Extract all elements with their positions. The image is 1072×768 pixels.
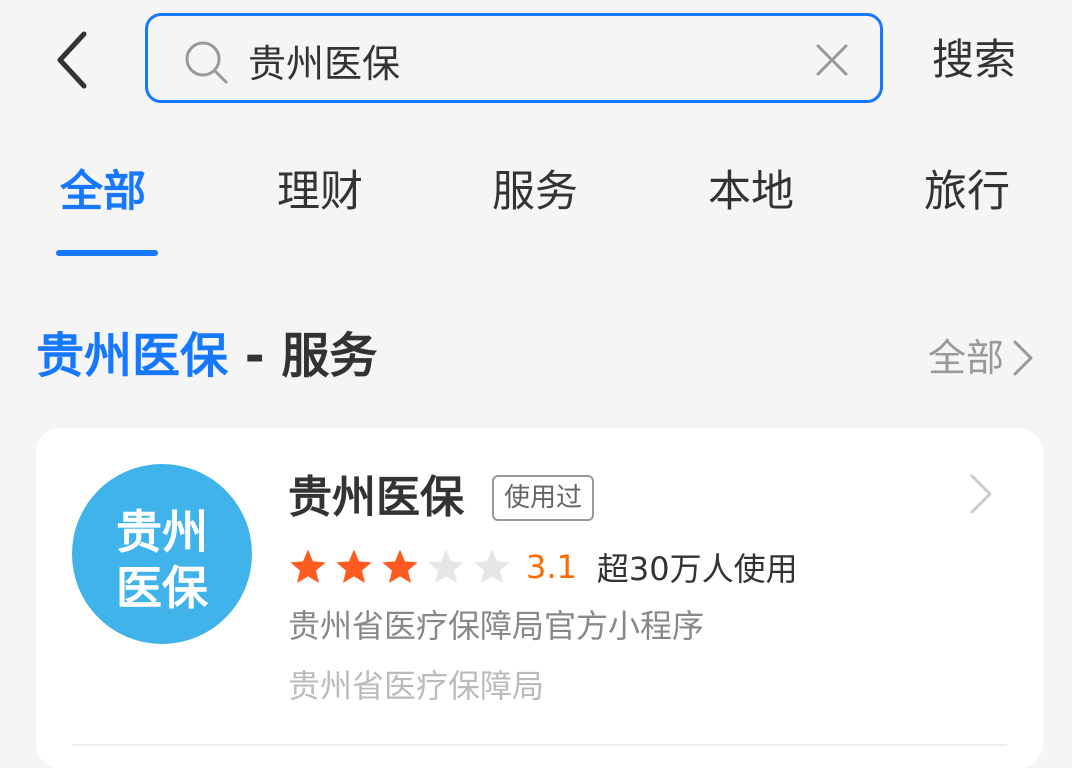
close-icon[interactable]	[812, 40, 852, 80]
star-filled-icon	[382, 549, 418, 583]
section-title-keyword: 贵州医保	[36, 328, 229, 384]
search-icon	[185, 41, 228, 84]
star-filled-icon	[336, 549, 372, 583]
tab-local[interactable]: 本地	[708, 160, 794, 224]
used-badge: 使用过	[492, 475, 595, 521]
section-title: 贵州医保 - 服务	[36, 318, 377, 394]
tab-travel[interactable]: 旅行	[924, 160, 1010, 224]
app-name: 贵州医保	[288, 472, 464, 523]
section-more-label: 全部	[928, 336, 1005, 380]
app-provider: 贵州省医疗保障局	[288, 667, 545, 705]
user-count: 超30万人使用	[596, 550, 798, 588]
section-more-link[interactable]: 全部	[928, 330, 1036, 386]
service-result-card[interactable]: 贵州 医保 贵州医保 使用过 3.1 超30万人使用 贵州省医疗保障局官方小程序…	[36, 428, 1043, 768]
chevron-right-icon	[1013, 340, 1033, 376]
star-filled-icon	[290, 549, 326, 583]
search-box[interactable]	[145, 13, 883, 103]
tab-all[interactable]: 全部	[60, 160, 146, 224]
section-title-category: - 服务	[228, 328, 378, 384]
active-tab-indicator	[56, 250, 158, 256]
app-logo: 贵州 医保	[72, 464, 252, 644]
star-empty-icon	[428, 549, 464, 583]
rating-value: 3.1	[526, 548, 577, 586]
search-button[interactable]: 搜索	[932, 28, 1016, 92]
svg-text:医保: 医保	[116, 561, 209, 614]
search-input[interactable]	[248, 34, 768, 86]
star-empty-icon	[474, 549, 510, 583]
chevron-left-icon	[57, 31, 87, 89]
svg-text:贵州: 贵州	[116, 505, 208, 559]
tab-services[interactable]: 服务	[492, 160, 578, 224]
chevron-right-icon	[970, 474, 992, 514]
rating-row: 3.1 超30万人使用	[288, 540, 798, 594]
divider	[72, 744, 1007, 746]
app-description: 贵州省医疗保障局官方小程序	[288, 607, 705, 645]
app-logo-text-mark: 贵州 医保	[116, 505, 209, 614]
back-button[interactable]	[40, 24, 104, 96]
tab-finance[interactable]: 理财	[277, 160, 363, 224]
